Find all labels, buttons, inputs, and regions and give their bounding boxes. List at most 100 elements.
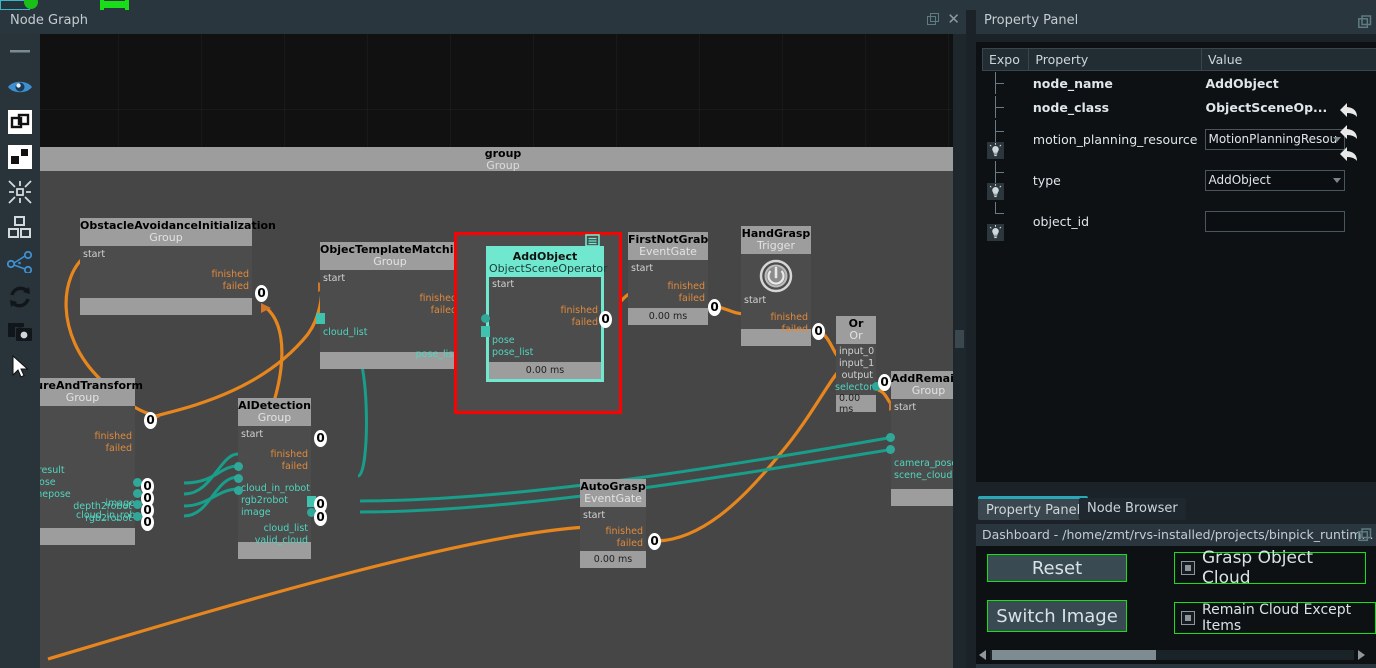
port-start[interactable]: start <box>744 296 766 306</box>
port-start[interactable]: start <box>583 511 605 521</box>
port-pose[interactable]: pose <box>492 336 515 346</box>
reset-property-button[interactable] <box>1338 122 1360 144</box>
reset-property-button[interactable] <box>1338 100 1360 122</box>
property-value-cell[interactable] <box>1201 201 1376 242</box>
port-finished[interactable]: finished <box>420 294 458 304</box>
node-graph-vertical-scrollbar[interactable] <box>953 34 966 668</box>
scrollbar-thumb[interactable] <box>992 650 1156 660</box>
port-input-1[interactable]: input_1 <box>839 359 874 369</box>
table-row[interactable]: motion_planning_resource MotionPlanningR… <box>983 119 1376 160</box>
scroll-left-arrow-icon[interactable] <box>979 650 986 660</box>
column-expo[interactable]: Expo <box>981 48 1030 71</box>
screenshot-icon[interactable] <box>0 314 40 349</box>
port-failed[interactable]: failed <box>106 444 132 454</box>
column-property[interactable]: Property <box>1028 48 1202 71</box>
port-dot[interactable] <box>234 474 243 483</box>
port-finished[interactable]: finished <box>668 282 706 292</box>
port-failed[interactable]: failed <box>782 325 808 335</box>
node-ai-detection[interactable]: AIDetection Group start finished failed … <box>238 398 311 559</box>
column-value[interactable]: Value <box>1200 48 1376 71</box>
value-input[interactable] <box>1205 211 1346 232</box>
port-rgb2robot[interactable]: rgb2robot <box>241 496 288 506</box>
port-failed[interactable]: failed <box>282 462 308 472</box>
group-node-icon[interactable] <box>0 104 40 139</box>
node-graph-canvas[interactable]: group Group ObstacleAvoidanceInitializat… <box>40 34 966 668</box>
port-finished[interactable]: finished <box>771 313 809 323</box>
port-cloud-list[interactable]: cloud_list <box>323 328 367 338</box>
port-finished[interactable]: finished <box>95 432 133 442</box>
cursor-icon[interactable] <box>0 349 40 384</box>
checkbox-box[interactable] <box>1181 561 1195 575</box>
port-failed[interactable]: failed <box>679 294 705 304</box>
expose-bulb-icon[interactable] <box>986 142 1004 159</box>
node-first-not-grab[interactable]: FirstNotGrab EventGate start finished fa… <box>628 232 708 325</box>
reset-property-button[interactable] <box>1338 144 1360 166</box>
port-failed[interactable]: failed <box>617 539 643 549</box>
close-icon[interactable]: ✕ <box>947 12 960 27</box>
port-dot[interactable] <box>886 433 895 442</box>
port-mepose[interactable]: mepose <box>40 490 71 500</box>
restore-icon[interactable] <box>1358 14 1372 33</box>
port-dot[interactable] <box>234 486 243 495</box>
refresh-icon[interactable] <box>0 279 40 314</box>
scrollbar-thumb[interactable] <box>955 330 964 348</box>
property-value-cell[interactable]: AddObject <box>1201 160 1376 201</box>
node-add-object[interactable]: AddObject ObjectSceneOperator start fini… <box>486 246 608 382</box>
port-failed[interactable]: failed <box>572 318 598 328</box>
port-image[interactable]: image <box>241 508 271 518</box>
table-row[interactable]: object_id <box>983 201 1376 242</box>
expose-bulb-icon[interactable] <box>986 224 1004 241</box>
grasp-object-cloud-checkbox[interactable]: Grasp Object Cloud <box>1174 548 1366 588</box>
port-start[interactable]: start <box>492 280 514 290</box>
ungroup-node-icon[interactable] <box>0 139 40 174</box>
port-output[interactable]: output <box>842 371 873 381</box>
table-row[interactable]: type AddObject <box>983 160 1376 201</box>
expose-bulb-icon[interactable] <box>986 183 1004 200</box>
property-table-container[interactable]: Expo Property Value node_name AddObject <box>976 42 1376 482</box>
port-input-0[interactable]: input_0 <box>839 347 874 357</box>
restore-icon[interactable] <box>1358 527 1372 546</box>
port-pose[interactable]: pose <box>40 478 56 488</box>
eye-icon[interactable] <box>0 69 40 104</box>
port-camera-pose[interactable]: camera_pose <box>894 459 957 469</box>
port-square[interactable] <box>481 326 490 337</box>
port-dot[interactable] <box>234 462 243 471</box>
handle-grip-icon[interactable] <box>0 34 40 69</box>
port-cloud-in-robot[interactable]: cloud_in_robot <box>76 511 145 521</box>
restore-icon[interactable] <box>927 13 940 26</box>
port-square[interactable] <box>316 313 325 324</box>
node-object-template-matching[interactable]: ObjecTemplateMatching Group start finish… <box>320 242 469 369</box>
value-dropdown[interactable]: AddObject <box>1205 170 1346 191</box>
scroll-right-arrow-icon[interactable] <box>1358 650 1365 660</box>
port-finished[interactable]: finished <box>212 270 250 280</box>
port-pose-list[interactable]: pose_list <box>416 350 457 360</box>
port-cloud-in-robot[interactable]: cloud_in_robot <box>241 484 310 494</box>
port-finished[interactable]: finished <box>606 527 644 537</box>
port-cloud-list[interactable]: cloud_list <box>264 524 308 534</box>
port-finished[interactable]: finished <box>271 450 309 460</box>
port-valid-cloud[interactable]: valid_cloud <box>255 536 308 546</box>
port-finished[interactable]: finished <box>561 306 599 316</box>
tab-property-panel[interactable]: Property Panel <box>978 496 1089 520</box>
node-hand-grasp[interactable]: HandGrasp Trigger start finished failed <box>741 226 811 346</box>
chevron-down-icon[interactable] <box>1333 178 1342 183</box>
port-scene-cloud[interactable]: scene_cloud <box>894 471 952 481</box>
port-start[interactable]: start <box>323 274 345 284</box>
node-obstacle-avoidance-initialization[interactable]: ObstacleAvoidanceInitialization Group st… <box>80 218 276 315</box>
port-start[interactable]: start <box>83 250 105 260</box>
share-nodes-icon[interactable] <box>0 244 40 279</box>
port-dot[interactable] <box>886 445 895 454</box>
port-dot[interactable] <box>481 314 490 323</box>
port-image[interactable]: image <box>86 499 135 509</box>
node-or[interactable]: Or Or input_0 input_1 output selector 0.… <box>835 316 876 415</box>
value-dropdown[interactable]: MotionPlanningResou <box>1205 129 1346 150</box>
port-selector[interactable]: selector <box>835 383 873 393</box>
table-row[interactable]: node_class ObjectSceneOp... <box>983 95 1376 119</box>
dashboard-horizontal-scrollbar[interactable] <box>976 648 1368 662</box>
port-pose-list[interactable]: pose_list <box>492 348 533 358</box>
node-auto-grasp[interactable]: AutoGrasp EventGate start finished faile… <box>580 479 646 568</box>
table-row[interactable]: node_name AddObject <box>983 71 1376 96</box>
port-result[interactable]: _result <box>40 466 65 476</box>
note-icon[interactable] <box>585 234 601 248</box>
collapse-icon[interactable] <box>0 174 40 209</box>
